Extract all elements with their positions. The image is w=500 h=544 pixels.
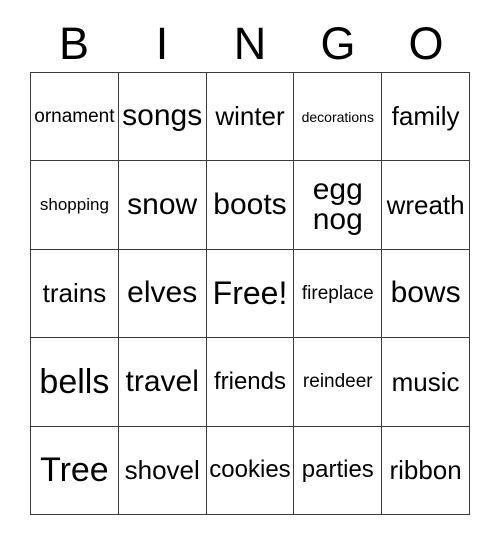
bingo-cell-r2-c2[interactable]: snow bbox=[118, 161, 207, 250]
bingo-cell-r1-c3[interactable]: winter bbox=[206, 73, 295, 162]
bingo-cell-label: winter bbox=[215, 101, 285, 132]
bingo-cell-r2-c5[interactable]: wreath bbox=[382, 161, 470, 250]
bingo-header-letter-g: G bbox=[320, 17, 356, 69]
bingo-cell-label: music bbox=[391, 366, 460, 397]
bingo-cell-label: Free! bbox=[212, 275, 288, 312]
bingo-cell-label: shopping bbox=[39, 195, 109, 215]
bingo-cell-r3-c5[interactable]: bows bbox=[382, 249, 470, 339]
bingo-cell-r5-c1[interactable]: Tree bbox=[31, 426, 119, 515]
bingo-cell-label: Tree bbox=[40, 450, 109, 489]
bingo-cell-r4-c1[interactable]: bells bbox=[31, 338, 119, 427]
bingo-cell-label: decorations bbox=[301, 108, 374, 125]
bingo-cell-r5-c3[interactable]: cookies bbox=[206, 426, 295, 515]
bingo-cell-label: travel bbox=[125, 364, 199, 398]
bingo-cell-r3-c2[interactable]: elves bbox=[118, 249, 207, 339]
bingo-cell-r4-c3[interactable]: friends bbox=[206, 338, 295, 427]
bingo-cell-r1-c2[interactable]: songs bbox=[118, 73, 207, 162]
bingo-cell-label: bells bbox=[39, 362, 110, 401]
bingo-cell-r3-c4[interactable]: fireplace bbox=[294, 249, 383, 339]
bingo-cell-label: fireplace bbox=[301, 282, 374, 304]
bingo-cell-label: egg nog bbox=[312, 173, 363, 237]
bingo-cell-label: reindeer bbox=[302, 371, 373, 393]
bingo-header-letter-o: O bbox=[408, 17, 444, 69]
bingo-cell-label: bows bbox=[390, 276, 461, 310]
bingo-cell-label: snow bbox=[127, 187, 198, 221]
bingo-cell-label: elves bbox=[127, 276, 198, 310]
bingo-cell-r5-c4[interactable]: parties bbox=[294, 426, 383, 515]
bingo-cell-label: trains bbox=[42, 278, 107, 309]
bingo-cell-r3-c1[interactable]: trains bbox=[31, 249, 119, 339]
bingo-cell-label: songs bbox=[122, 99, 203, 133]
bingo-cell-r2-c4[interactable]: egg nog bbox=[294, 161, 383, 250]
bingo-cell-r2-c3[interactable]: boots bbox=[206, 161, 295, 250]
bingo-cell-r5-c2[interactable]: shovel bbox=[118, 426, 207, 515]
bingo-cell-r5-c5[interactable]: ribbon bbox=[382, 426, 470, 515]
bingo-header-row: B I N GO bbox=[30, 14, 470, 72]
bingo-header-letter-n: N bbox=[233, 17, 267, 69]
bingo-cell-r1-c5[interactable]: family bbox=[382, 73, 470, 162]
bingo-cell-r2-c1[interactable]: shopping bbox=[31, 161, 119, 250]
bingo-header-letter-i: I bbox=[155, 17, 169, 69]
bingo-cell-label: parties bbox=[301, 456, 374, 484]
bingo-cell-r4-c4[interactable]: reindeer bbox=[294, 338, 383, 427]
bingo-cell-label: ornament bbox=[34, 106, 115, 127]
bingo-cell-r4-c5[interactable]: music bbox=[382, 338, 470, 427]
bingo-cell-r3-c3[interactable]: Free! bbox=[206, 249, 295, 339]
bingo-cell-label: wreath bbox=[386, 189, 465, 220]
bingo-cell-label: friends bbox=[213, 367, 287, 395]
bingo-cell-label: family bbox=[391, 101, 460, 132]
bingo-cell-r4-c2[interactable]: travel bbox=[118, 338, 207, 427]
bingo-cell-r1-c1[interactable]: ornament bbox=[31, 73, 119, 162]
bingo-cell-r1-c4[interactable]: decorations bbox=[294, 73, 383, 162]
bingo-card: B I N GO ornament songs winter decorations fami… bbox=[0, 0, 500, 544]
bingo-header-letter-b: B bbox=[58, 17, 89, 69]
bingo-cell-label: ribbon bbox=[389, 455, 462, 486]
bingo-cell-label: shovel bbox=[124, 455, 200, 486]
bingo-cell-label: boots bbox=[213, 187, 287, 221]
bingo-cell-label: cookies bbox=[209, 456, 291, 484]
bingo-grid: ornament songs winter decorations family shop… bbox=[30, 72, 470, 515]
